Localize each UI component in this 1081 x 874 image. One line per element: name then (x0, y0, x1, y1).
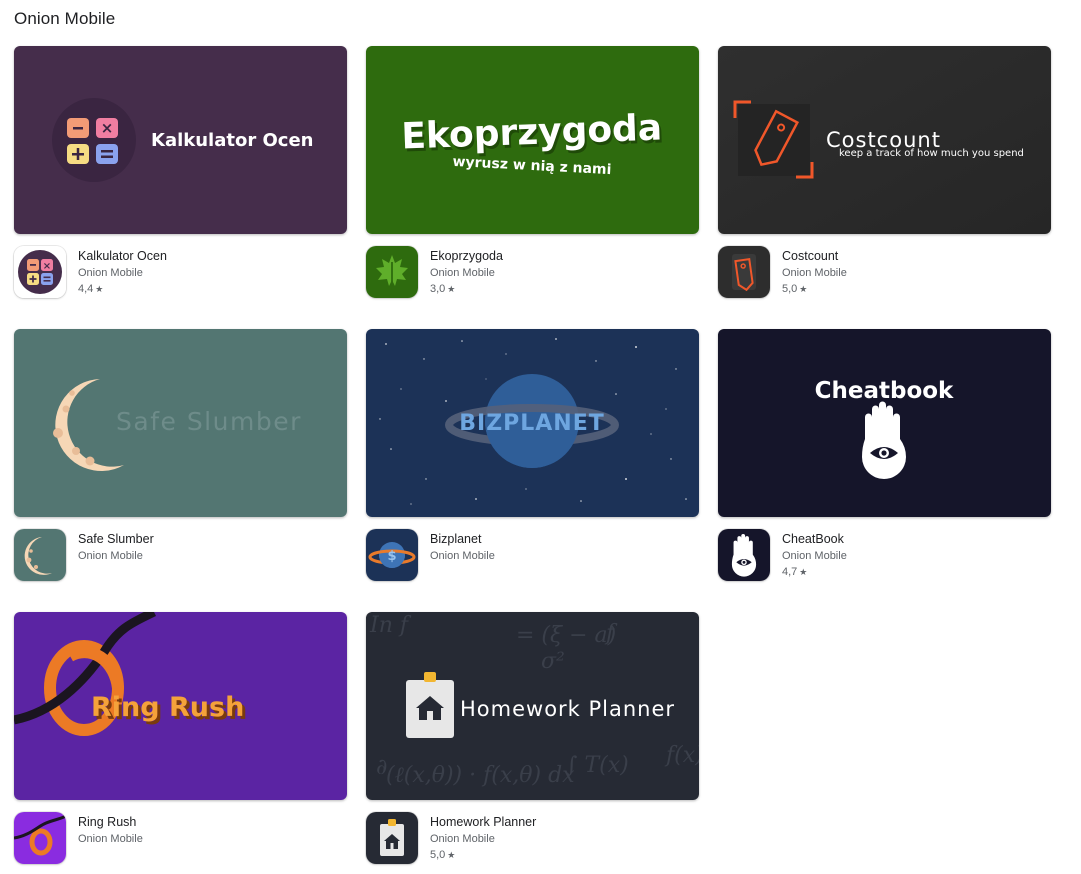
banner-title: Safe Slumber (116, 407, 302, 436)
rating-value: 3,0 (430, 283, 446, 295)
app-card-safe-slumber[interactable]: Safe Slumber Safe Slumber Onion Mobile (14, 329, 347, 585)
safe-slumber-banner-art: Safe Slumber (14, 329, 347, 517)
app-rating: 5,0 ★ (782, 283, 807, 295)
app-rating: 3,0 ★ (430, 283, 455, 295)
calculator-icon[interactable]: × (14, 246, 66, 298)
app-rating: 4,7 ★ (782, 566, 807, 578)
app-card-cheatbook[interactable]: Cheatbook CheatBook Onion Mobile 4,7 ★ (718, 329, 1051, 585)
banner-title: Homework Planner (460, 697, 675, 721)
price-tag-icon[interactable] (718, 246, 770, 298)
costcount-banner-art: Costcount keep a track of how much you s… (718, 46, 1051, 234)
app-developer: Onion Mobile (78, 833, 143, 845)
ring-rush-banner-art: Ring Rush Ring Rush (14, 612, 347, 800)
app-banner[interactable]: Costcount keep a track of how much you s… (718, 46, 1051, 234)
svg-text:×: × (43, 261, 51, 272)
app-name[interactable]: Kalkulator Ocen (78, 249, 167, 263)
svg-text:In f: In f (369, 613, 412, 638)
app-rating: 4,4 ★ (78, 283, 103, 295)
app-banner[interactable]: Safe Slumber (14, 329, 347, 517)
app-banner[interactable]: Cheatbook (718, 329, 1051, 517)
app-name[interactable]: Safe Slumber (78, 532, 154, 546)
rating-value: 5,0 (430, 849, 446, 861)
banner-title: Ring Rush (91, 692, 244, 723)
homework-planner-banner-art: In f = (ξ − a) f σ² ∂ (ℓ(x,θ)) · f(x,θ) … (366, 612, 699, 800)
page-title: Onion Mobile (14, 9, 116, 28)
banner-subtitle: keep a track of how much you spend (839, 148, 1024, 159)
cheatbook-banner-art: Cheatbook (718, 329, 1051, 517)
app-name[interactable]: CheatBook (782, 532, 844, 546)
app-developer: Onion Mobile (430, 267, 495, 279)
star-icon: ★ (799, 284, 808, 294)
app-developer: Onion Mobile (782, 267, 847, 279)
app-banner[interactable]: Ring Rush Ring Rush (14, 612, 347, 800)
hamsa-eye-icon[interactable] (718, 529, 770, 581)
app-card-homework-planner[interactable]: In f = (ξ − a) f σ² ∂ (ℓ(x,θ)) · f(x,θ) … (366, 612, 699, 868)
banner-title: BIZPLANET (459, 411, 605, 436)
app-developer: Onion Mobile (430, 550, 495, 562)
rating-value: 4,7 (782, 566, 798, 578)
star-icon: ★ (447, 284, 456, 294)
app-name[interactable]: Costcount (782, 249, 838, 263)
leaf-icon[interactable] (366, 246, 418, 298)
svg-text:= (ξ − a): = (ξ − a) (516, 623, 616, 648)
app-banner[interactable]: × Kalkulator Ocen (14, 46, 347, 234)
app-card-ekoprzygoda[interactable]: Ekoprzygoda Ekoprzygoda wyrusz w nią z n… (366, 46, 699, 302)
app-banner[interactable]: BIZPLANET (366, 329, 699, 517)
banner-title: Cheatbook (815, 378, 954, 404)
star-icon: ★ (447, 850, 456, 860)
app-developer: Onion Mobile (782, 550, 847, 562)
ekoprzygoda-banner-art: Ekoprzygoda Ekoprzygoda wyrusz w nią z n… (366, 46, 699, 234)
app-name[interactable]: Ring Rush (78, 815, 136, 829)
app-card-ring-rush[interactable]: Ring Rush Ring Rush Ring Rush Onion Mobi… (14, 612, 347, 868)
star-icon: ★ (799, 567, 808, 577)
kalkulator-banner-art: × Kalkulator Ocen (14, 46, 347, 234)
bizplanet-banner-art: BIZPLANET (366, 329, 699, 517)
planet-dollar-icon[interactable]: $ (366, 529, 418, 581)
banner-title: Kalkulator Ocen (151, 130, 313, 151)
app-banner[interactable]: In f = (ξ − a) f σ² ∂ (ℓ(x,θ)) · f(x,θ) … (366, 612, 699, 800)
svg-text:×: × (101, 119, 114, 137)
moon-icon[interactable] (14, 529, 66, 581)
app-rating: 5,0 ★ (430, 849, 455, 861)
svg-text:(ℓ(x,θ)) · f(x,θ) dx: (ℓ(x,θ)) · f(x,θ) dx (386, 763, 575, 788)
svg-text:σ²: σ² (541, 649, 565, 674)
app-developer: Onion Mobile (430, 833, 495, 845)
ring-icon[interactable] (14, 812, 66, 864)
clipboard-house-icon[interactable] (366, 812, 418, 864)
svg-text:∫ T(x): ∫ T(x) (566, 753, 629, 778)
app-card-bizplanet[interactable]: BIZPLANET $ Bizplanet Onion Mobile (366, 329, 699, 585)
rating-value: 5,0 (782, 283, 798, 295)
app-card-costcount[interactable]: Costcount keep a track of how much you s… (718, 46, 1051, 302)
app-developer: Onion Mobile (78, 267, 143, 279)
star-icon: ★ (95, 284, 104, 294)
app-card-kalkulator-ocen[interactable]: × Kalkulator Ocen × Kalkulator Ocen Onio… (14, 46, 347, 302)
svg-text:f(x): f(x) (664, 743, 699, 768)
app-name[interactable]: Bizplanet (430, 532, 481, 546)
app-name[interactable]: Ekoprzygoda (430, 249, 503, 263)
app-name[interactable]: Homework Planner (430, 815, 536, 829)
app-developer: Onion Mobile (78, 550, 143, 562)
svg-text:$: $ (387, 549, 396, 564)
app-banner[interactable]: Ekoprzygoda Ekoprzygoda wyrusz w nią z n… (366, 46, 699, 234)
rating-value: 4,4 (78, 283, 94, 295)
